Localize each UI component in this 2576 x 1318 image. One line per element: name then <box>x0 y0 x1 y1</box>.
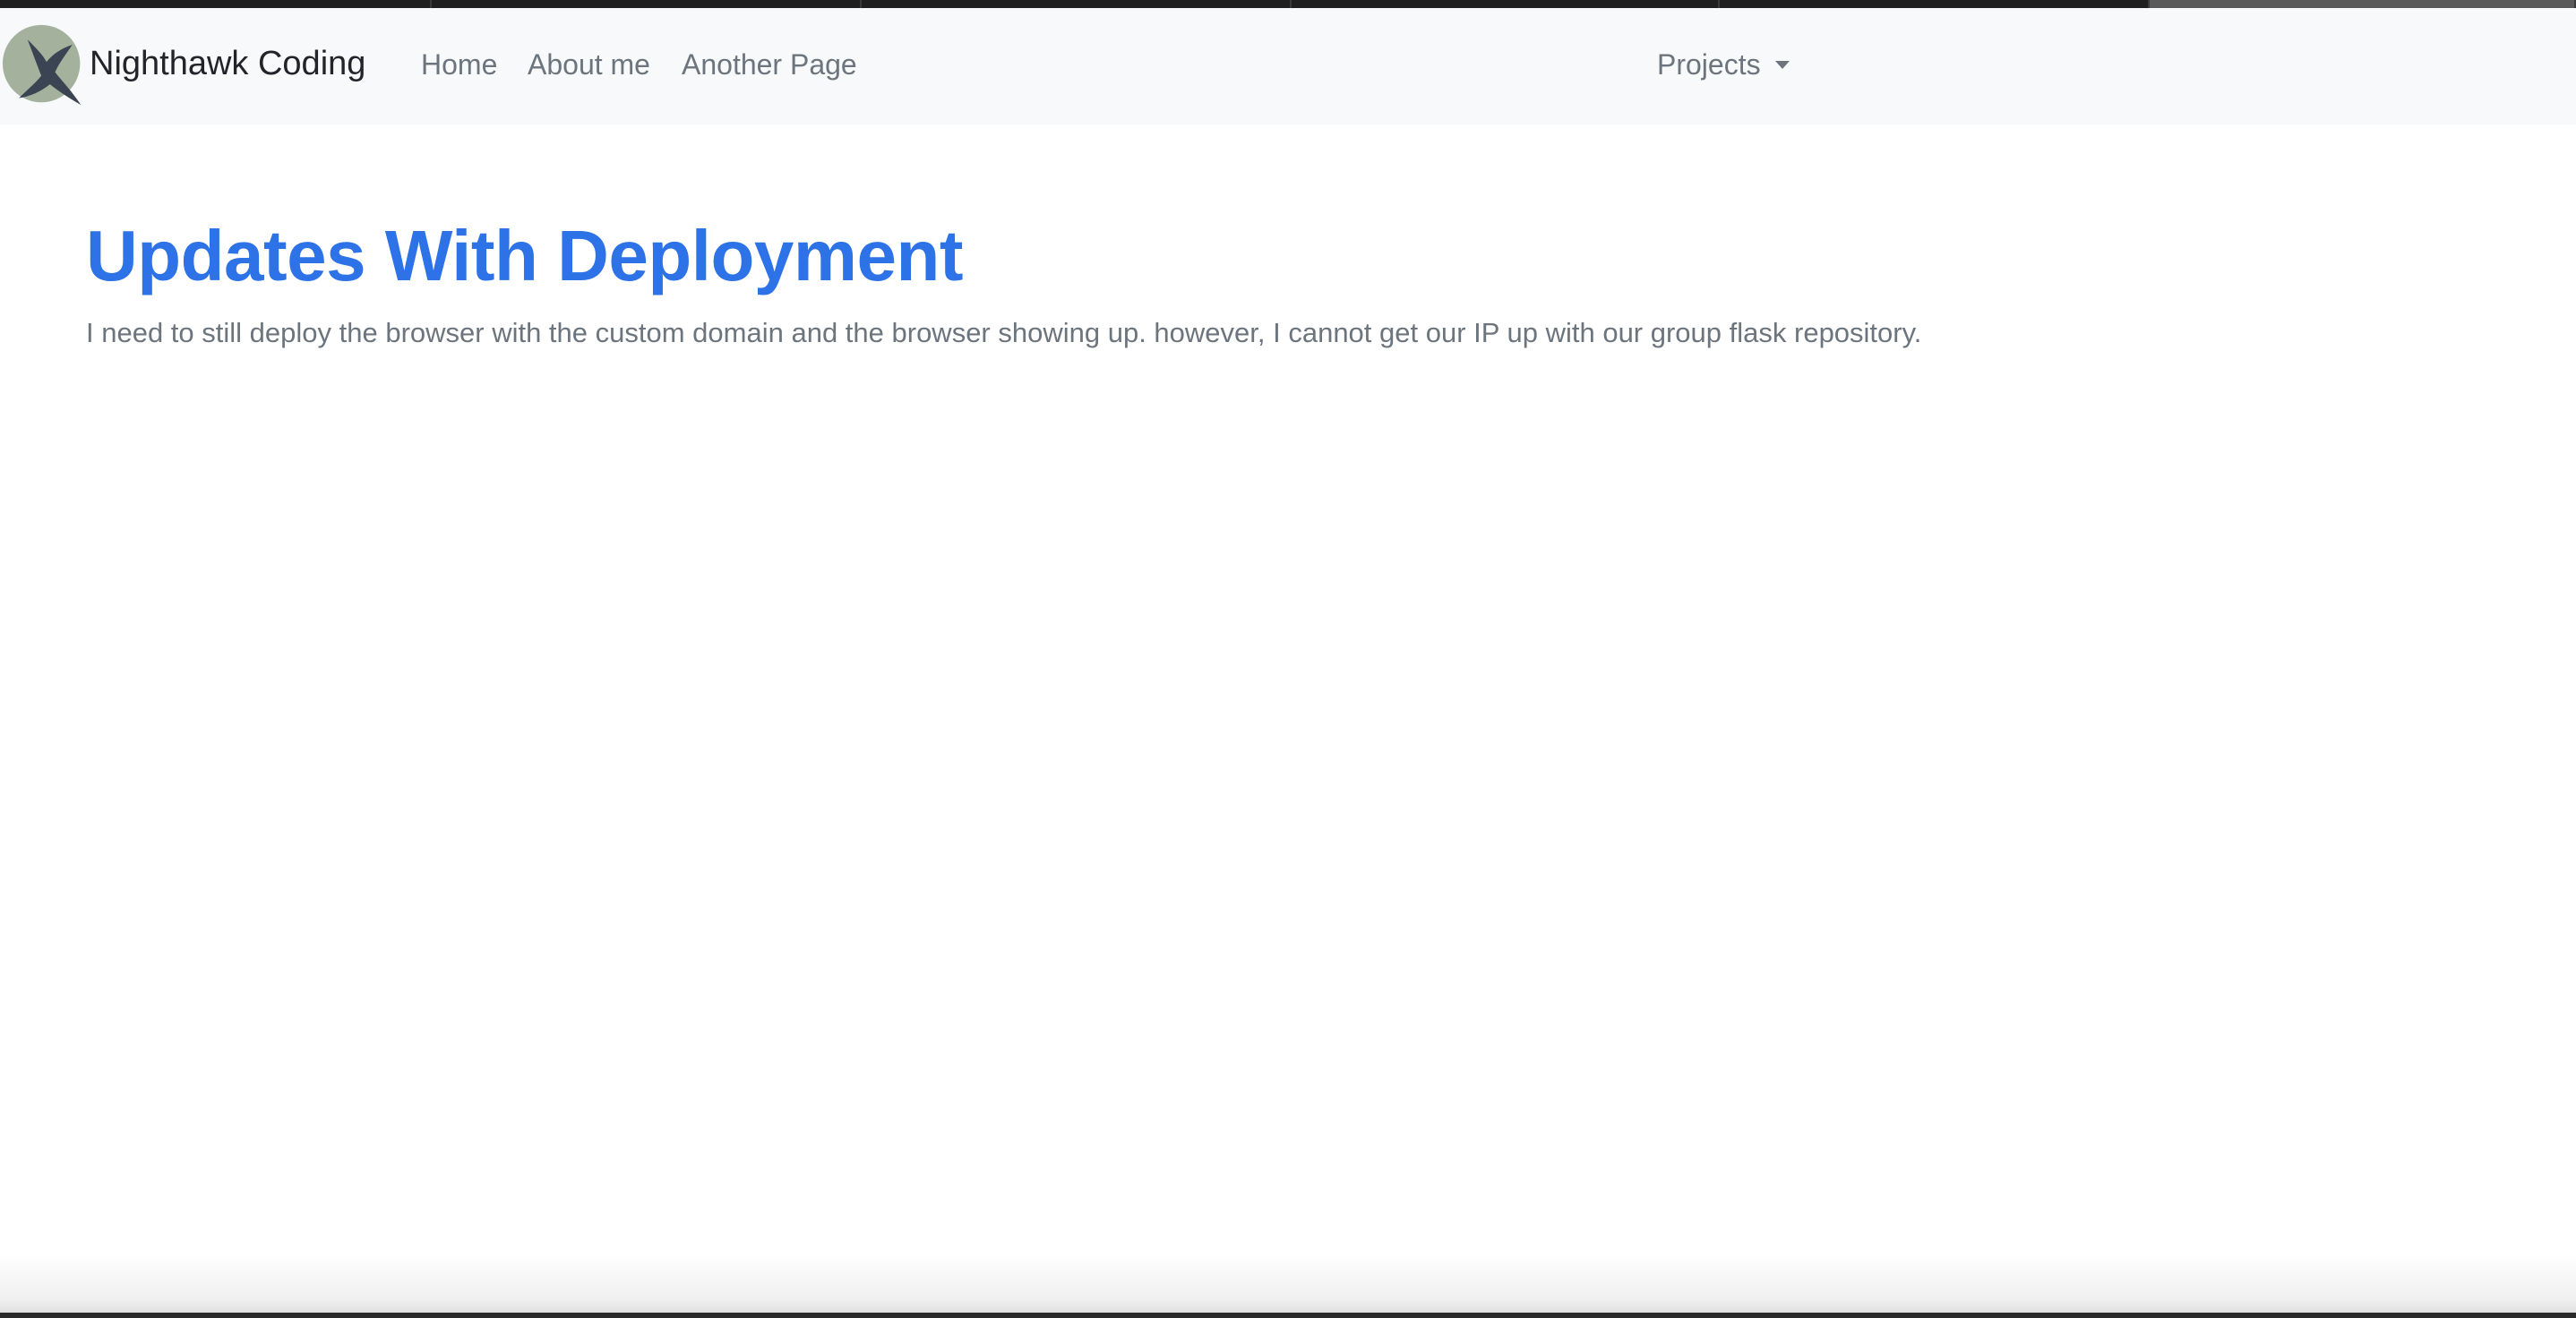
projects-dropdown-label: Projects <box>1657 48 1761 81</box>
hawk-logo-icon[interactable] <box>2 22 88 108</box>
nav-link-home[interactable]: Home <box>421 47 497 81</box>
nav-link-another-page[interactable]: Another Page <box>682 47 857 81</box>
window-bottom-shadow <box>0 1254 2576 1318</box>
browser-tab-strip <box>0 0 2576 8</box>
browser-tab[interactable] <box>862 0 1292 8</box>
caret-down-icon <box>1774 61 1790 69</box>
page-body-text: I need to still deploy the browser with … <box>86 317 1922 348</box>
brand-link[interactable]: Nighthawk Coding <box>90 44 365 85</box>
nav-link-about-me[interactable]: About me <box>528 47 650 81</box>
projects-dropdown-toggle[interactable]: Projects <box>1657 47 1790 81</box>
browser-tab[interactable] <box>0 0 432 8</box>
browser-tab[interactable] <box>1292 0 1720 8</box>
browser-tab[interactable] <box>432 0 862 8</box>
page-title: Updates With Deployment <box>86 216 963 295</box>
browser-tab[interactable] <box>1720 0 2150 8</box>
navbar: Nighthawk Coding Home About me Another P… <box>0 8 2576 124</box>
window-bottom-edge <box>0 1313 2576 1318</box>
browser-tab-active[interactable] <box>2150 0 2576 8</box>
